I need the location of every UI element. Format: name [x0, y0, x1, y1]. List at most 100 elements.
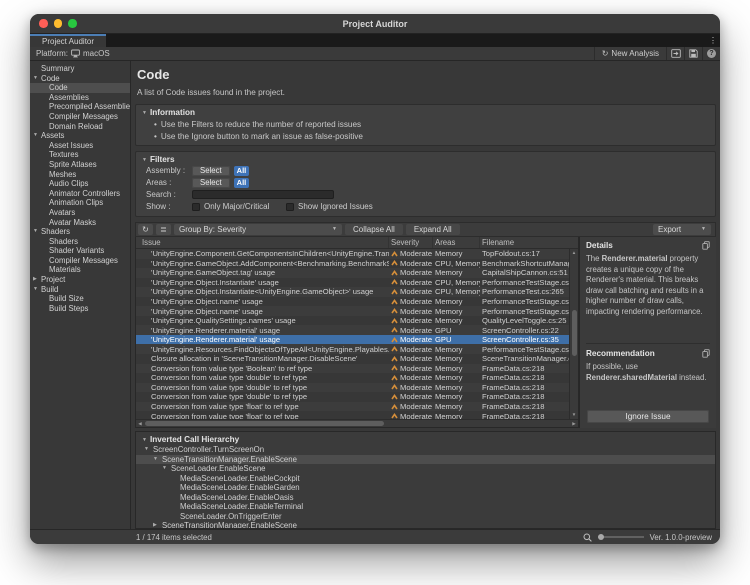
scroll-up-icon[interactable]: ▲: [570, 249, 578, 257]
new-analysis-button[interactable]: ↻ New Analysis: [594, 47, 666, 60]
table-row[interactable]: Closure allocation in 'SceneTransitionMa…: [136, 354, 569, 364]
hierarchy-item[interactable]: ▼ ScreenController.TurnScreenOn: [136, 445, 715, 455]
table-row[interactable]: Conversion from value type 'Boolean' to …: [136, 364, 569, 374]
platform-selector[interactable]: Platform: macOS: [36, 49, 110, 58]
filters-header[interactable]: ▼ Filters: [142, 155, 709, 164]
expand-all-button[interactable]: Expand All: [406, 224, 460, 235]
sidebar-item[interactable]: Materials: [30, 265, 130, 275]
sidebar-item[interactable]: ▼ Shaders: [30, 227, 130, 237]
window-menu-icon[interactable]: ⋮: [706, 34, 720, 47]
copy-icon[interactable]: [702, 349, 710, 358]
hierarchy-item[interactable]: ▶ SceneTransitionManager.EnableScene: [136, 521, 715, 529]
sidebar-item[interactable]: Animation Clips: [30, 198, 130, 208]
sidebar-item[interactable]: Meshes: [30, 170, 130, 180]
flat-hierarchy-toggle-button[interactable]: ≣: [156, 224, 171, 235]
areas-select-button[interactable]: Select: [192, 178, 230, 188]
column-header-areas[interactable]: Areas: [433, 237, 480, 248]
scroll-down-icon[interactable]: ▼: [570, 411, 578, 419]
collapse-all-button[interactable]: Collapse All: [345, 224, 403, 235]
table-row[interactable]: Conversion from value type 'float' to re…: [136, 411, 569, 419]
refresh-table-button[interactable]: ↻: [138, 224, 153, 235]
table-row[interactable]: 'UnityEngine.Object.name' usage Moderate…: [136, 306, 569, 316]
vertical-scrollbar[interactable]: ▲ ▼: [569, 249, 578, 419]
table-row[interactable]: 'UnityEngine.Object.Instantiate<UnityEng…: [136, 287, 569, 297]
hierarchy-item[interactable]: ▼ SceneLoader.EnableScene: [136, 464, 715, 474]
load-report-button[interactable]: [666, 47, 684, 60]
foldout-arrow-icon[interactable]: ▼: [153, 455, 162, 465]
table-row[interactable]: 'UnityEngine.Renderer.material' usage Mo…: [136, 325, 569, 335]
sidebar-item[interactable]: ▼ Code: [30, 74, 130, 84]
sidebar-item[interactable]: Precompiled Assemblies: [30, 102, 130, 112]
help-button[interactable]: ?: [702, 47, 720, 60]
hierarchy-item[interactable]: SceneLoader.OnTriggerEnter: [136, 512, 715, 522]
copy-icon[interactable]: [702, 241, 710, 250]
show-ignored-issues-checkbox[interactable]: [286, 203, 294, 211]
column-header-issue[interactable]: Issue: [136, 237, 389, 248]
scroll-left-icon[interactable]: ◀: [136, 420, 144, 428]
sidebar-item[interactable]: Shader Variants: [30, 246, 130, 256]
sidebar-item[interactable]: Compiler Messages: [30, 256, 130, 266]
table-row[interactable]: 'UnityEngine.GameObject.tag' usage Moder…: [136, 268, 569, 278]
zoom-slider-track[interactable]: [598, 536, 644, 537]
table-row[interactable]: Conversion from value type 'float' to re…: [136, 402, 569, 412]
zoom-slider-handle[interactable]: [598, 534, 604, 540]
sidebar-item[interactable]: Domain Reload: [30, 122, 130, 132]
sidebar-item[interactable]: Build Steps: [30, 304, 130, 314]
sidebar-item[interactable]: Avatar Masks: [30, 218, 130, 228]
sidebar-item[interactable]: Asset Issues: [30, 141, 130, 151]
table-row[interactable]: Conversion from value type 'double' to r…: [136, 383, 569, 393]
hierarchy-item[interactable]: MediaSceneLoader.EnableCockpit: [136, 474, 715, 484]
group-by-dropdown[interactable]: Group By: Severity ▼: [174, 224, 342, 235]
foldout-arrow-icon[interactable]: ▼: [33, 227, 41, 237]
sidebar-item[interactable]: Shaders: [30, 237, 130, 247]
sidebar-item[interactable]: Compiler Messages: [30, 112, 130, 122]
column-header-filename[interactable]: Filename: [480, 237, 578, 248]
foldout-arrow-icon[interactable]: ▶: [33, 275, 41, 285]
foldout-arrow-icon[interactable]: ▼: [33, 74, 41, 84]
export-button[interactable]: Export ▼: [653, 224, 711, 235]
table-row[interactable]: 'UnityEngine.Object.Instantiate' usage M…: [136, 278, 569, 288]
horizontal-scrollbar[interactable]: ◀ ▶: [136, 419, 578, 427]
foldout-arrow-icon[interactable]: ▼: [33, 131, 41, 141]
search-input[interactable]: [192, 190, 334, 199]
sidebar-item[interactable]: Summary: [30, 64, 130, 74]
sidebar-item[interactable]: Animator Controllers: [30, 189, 130, 199]
foldout-arrow-icon[interactable]: ▼: [162, 464, 171, 474]
column-header-severity[interactable]: Severity: [389, 237, 433, 248]
hierarchy-item[interactable]: MediaSceneLoader.EnableTerminal: [136, 502, 715, 512]
foldout-arrow-icon[interactable]: ▼: [144, 445, 153, 455]
zoom-slider[interactable]: [598, 533, 644, 541]
save-report-button[interactable]: [684, 47, 702, 60]
table-row[interactable]: 'UnityEngine.Resources.FindObjectsOfType…: [136, 344, 569, 354]
information-header[interactable]: ▼ Information: [142, 108, 709, 117]
foldout-arrow-icon[interactable]: ▶: [153, 521, 162, 529]
sidebar-item[interactable]: Textures: [30, 150, 130, 160]
sidebar-item[interactable]: Sprite Atlases: [30, 160, 130, 170]
hierarchy-item[interactable]: MediaSceneLoader.EnableOasis: [136, 493, 715, 503]
table-row[interactable]: 'UnityEngine.Renderer.material' usage Mo…: [136, 335, 569, 345]
ignore-issue-button[interactable]: Ignore Issue: [587, 410, 709, 423]
horizontal-scrollbar-thumb[interactable]: [145, 421, 384, 426]
sidebar-item[interactable]: ▼ Assets: [30, 131, 130, 141]
tab-project-auditor[interactable]: Project Auditor: [30, 34, 106, 47]
only-major-critical-checkbox[interactable]: [192, 203, 200, 211]
hierarchy-header[interactable]: ▼ Inverted Call Hierarchy: [136, 434, 715, 445]
sidebar-item[interactable]: Code: [30, 83, 130, 93]
foldout-arrow-icon[interactable]: ▼: [33, 285, 41, 295]
sidebar-item[interactable]: Avatars: [30, 208, 130, 218]
table-row[interactable]: 'UnityEngine.Component.GetComponentsInCh…: [136, 249, 569, 259]
hierarchy-item[interactable]: ▼ SceneTransitionManager.EnableScene: [136, 455, 715, 465]
table-row[interactable]: 'UnityEngine.GameObject.AddComponent<Ben…: [136, 259, 569, 269]
sidebar-item[interactable]: ▶ Project: [30, 275, 130, 285]
table-row[interactable]: Conversion from value type 'double' to r…: [136, 373, 569, 383]
table-row[interactable]: 'UnityEngine.QualitySettings.names' usag…: [136, 316, 569, 326]
assembly-select-button[interactable]: Select: [192, 166, 230, 176]
hierarchy-item[interactable]: MediaSceneLoader.EnableGarden: [136, 483, 715, 493]
table-row[interactable]: 'UnityEngine.Object.name' usage Moderate…: [136, 297, 569, 307]
sidebar-item[interactable]: Assemblies: [30, 93, 130, 103]
vertical-scrollbar-thumb[interactable]: [572, 310, 578, 356]
sidebar-item[interactable]: Audio Clips: [30, 179, 130, 189]
sidebar-item[interactable]: ▼ Build: [30, 285, 130, 295]
table-row[interactable]: Conversion from value type 'double' to r…: [136, 392, 569, 402]
scroll-right-icon[interactable]: ▶: [570, 420, 578, 428]
